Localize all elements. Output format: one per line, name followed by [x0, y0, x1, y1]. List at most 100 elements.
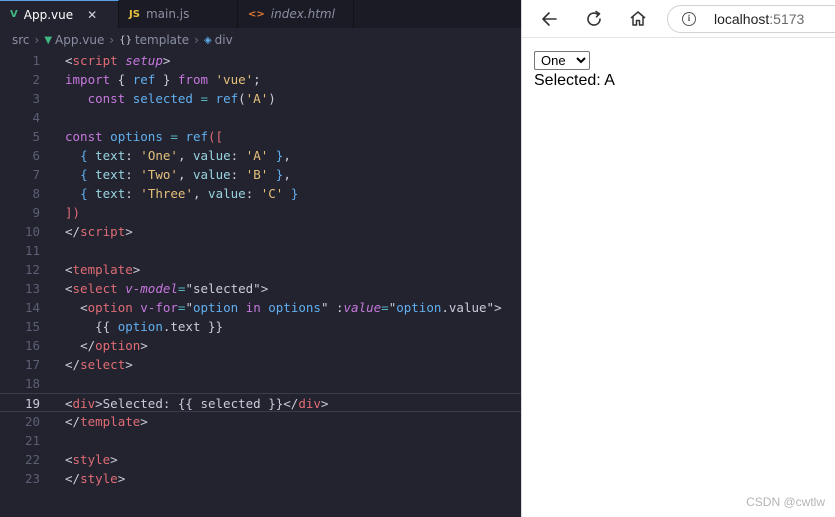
tab-label: App.vue: [23, 7, 74, 22]
line-code: { text: 'One', value: 'A' },: [80, 148, 291, 163]
line-code: const options = ref([: [65, 129, 224, 144]
line-number: 1: [32, 53, 40, 68]
line-number: 15: [24, 319, 40, 334]
back-arrow-icon[interactable]: [540, 9, 560, 29]
code-editor: V App.vue ✕ JS main.js <> index.html src…: [0, 0, 521, 517]
line-code: { text: 'Three', value: 'C' }: [80, 186, 299, 201]
code-line[interactable]: 18: [0, 374, 521, 393]
chevron-right-icon: ›: [194, 33, 199, 47]
line-number: 2: [32, 72, 40, 87]
code-line[interactable]: 10 </script>: [0, 222, 521, 241]
line-code: { text: 'Two', value: 'B' },: [80, 167, 291, 182]
tab-app-vue[interactable]: V App.vue ✕: [0, 0, 119, 28]
selected-value: A: [604, 72, 615, 89]
home-icon[interactable]: [628, 9, 648, 29]
line-code: </select>: [65, 357, 133, 372]
code-line[interactable]: 13 <select v-model="selected">: [0, 279, 521, 298]
line-code: import { ref } from 'vue';: [65, 72, 261, 87]
selected-label: Selected:: [534, 72, 601, 89]
url-host: localhost: [714, 11, 770, 27]
watermark: CSDN @cwtlw: [746, 495, 825, 509]
line-number: 21: [24, 433, 40, 448]
code-line[interactable]: 16 </option>: [0, 336, 521, 355]
line-number: 18: [24, 376, 40, 391]
code-line[interactable]: 12 <template>: [0, 260, 521, 279]
line-code: <option v-for="option in options" :value…: [80, 300, 502, 315]
code-line[interactable]: 19 <div>Selected: {{ selected }}</div>: [0, 393, 521, 412]
line-code: <script setup>: [65, 53, 171, 68]
reload-icon[interactable]: [584, 9, 604, 29]
tab-label: main.js: [145, 7, 190, 21]
line-code: </option>: [80, 338, 148, 353]
code-line[interactable]: 22 <style>: [0, 450, 521, 469]
code-line[interactable]: 20 </template>: [0, 412, 521, 431]
code-line[interactable]: 11: [0, 241, 521, 260]
line-number: 7: [32, 167, 40, 182]
chevron-right-icon: ›: [34, 33, 40, 47]
code-line[interactable]: 15 {{ option.text }}: [0, 317, 521, 336]
line-code: {{ option.text }}: [65, 319, 224, 334]
tab-index-html[interactable]: <> index.html: [238, 0, 354, 28]
vue-file-icon: ▼: [44, 34, 53, 46]
line-number: 22: [24, 452, 40, 467]
vue-file-icon: V: [10, 9, 18, 20]
code-line[interactable]: 4: [0, 108, 521, 127]
line-number: 17: [24, 357, 40, 372]
html-file-icon: <>: [248, 8, 265, 20]
line-code: </template>: [65, 414, 148, 429]
code-line[interactable]: 9]): [0, 203, 521, 222]
line-number: 23: [24, 471, 40, 486]
line-number: 10: [24, 224, 40, 239]
code-line[interactable]: 7 { text: 'Two', value: 'B' },: [0, 165, 521, 184]
option-select[interactable]: OneTwoThree: [534, 51, 590, 70]
line-code: <div>Selected: {{ selected }}</div>: [65, 396, 329, 411]
browser-toolbar: i localhost:5173: [522, 0, 835, 38]
line-number: 4: [32, 110, 40, 125]
line-number: 6: [32, 148, 40, 163]
code-line[interactable]: 21: [0, 431, 521, 450]
code-line[interactable]: 5 const options = ref([: [0, 127, 521, 146]
code-line[interactable]: 3 const selected = ref('A'): [0, 89, 521, 108]
breadcrumb-item[interactable]: App.vue: [55, 33, 104, 47]
code-line[interactable]: 1 <script setup>: [0, 51, 521, 70]
line-number: 8: [32, 186, 40, 201]
breadcrumb-item[interactable]: template: [135, 33, 189, 47]
info-icon[interactable]: i: [682, 12, 696, 26]
code-line[interactable]: 2 import { ref } from 'vue';: [0, 70, 521, 89]
selected-output: Selected: A: [534, 72, 615, 90]
code-line[interactable]: 8 { text: 'Three', value: 'C' }: [0, 184, 521, 203]
line-number: 13: [24, 281, 40, 296]
breadcrumb-item[interactable]: div: [215, 33, 233, 47]
line-code: </script>: [65, 224, 133, 239]
line-number: 16: [24, 338, 40, 353]
line-code: <style>: [65, 452, 118, 467]
js-file-icon: JS: [129, 8, 140, 20]
browser-window: i localhost:5173 OneTwoThree Selected: A…: [521, 0, 835, 517]
close-icon[interactable]: ✕: [87, 8, 97, 22]
line-number: 19: [24, 396, 40, 411]
page-content: OneTwoThree Selected: A: [534, 51, 615, 90]
url-port: :5173: [769, 11, 805, 27]
line-code: const selected = ref('A'): [87, 91, 276, 106]
editor-tab-bar: V App.vue ✕ JS main.js <> index.html: [0, 0, 521, 28]
code-line[interactable]: 6 { text: 'One', value: 'A' },: [0, 146, 521, 165]
line-code: <select v-model="selected">: [65, 281, 269, 296]
line-code: </style>: [65, 471, 126, 486]
address-bar[interactable]: i localhost:5173: [667, 5, 835, 33]
line-number: 5: [32, 129, 40, 144]
chevron-right-icon: ›: [109, 33, 115, 47]
breadcrumb-item[interactable]: src: [12, 33, 30, 47]
line-number: 14: [24, 300, 40, 315]
code-line[interactable]: 17 </select>: [0, 355, 521, 374]
line-number: 11: [24, 243, 40, 258]
cube-icon: ◈: [203, 34, 212, 46]
line-code: ]): [65, 205, 81, 220]
line-number: 12: [24, 262, 40, 277]
code-line[interactable]: 23 </style>: [0, 469, 521, 488]
tab-main-js[interactable]: JS main.js: [119, 0, 238, 28]
code-line[interactable]: 14 <option v-for="option in options" :va…: [0, 298, 521, 317]
code-area[interactable]: 1 <script setup> 2 import { ref } from 'vue…: [0, 51, 521, 488]
tab-label: index.html: [270, 7, 335, 21]
breadcrumb: src › ▼ App.vue › {} template › ◈ div: [0, 30, 521, 50]
line-code: <template>: [65, 262, 141, 277]
